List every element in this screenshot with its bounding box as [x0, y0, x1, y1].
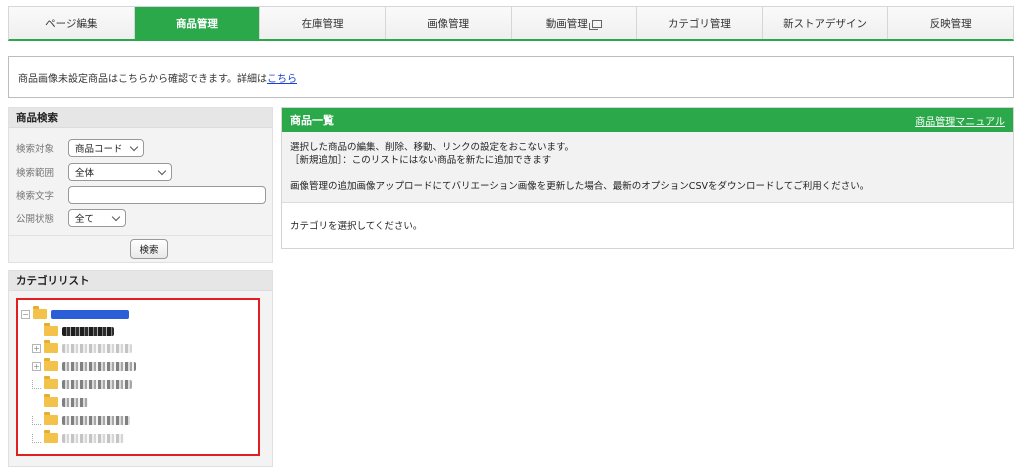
tree-node[interactable]: − — [21, 306, 129, 321]
divider — [9, 235, 272, 236]
tab-store-design[interactable]: 新ストアデザイン — [762, 7, 889, 39]
tree-node-label-redacted — [62, 433, 124, 443]
search-text-input[interactable] — [68, 186, 266, 204]
search-panel-title: 商品検索 — [9, 108, 272, 128]
notice-text: 商品画像未設定商品はこちらから確認できます。詳細は — [18, 73, 267, 85]
tab-page-edit[interactable]: ページ編集 — [9, 7, 135, 39]
search-target-label: 検索対象 — [16, 144, 55, 155]
search-status-row: 公開状態 全て — [16, 209, 126, 227]
tree-node[interactable] — [32, 376, 132, 391]
collapse-toggle-icon[interactable]: − — [21, 309, 30, 319]
manual-link[interactable]: 商品管理マニュアル — [915, 113, 1005, 128]
folder-icon — [33, 306, 47, 319]
tree-node-label-redacted — [62, 397, 88, 407]
tree-node-label-redacted — [62, 415, 130, 425]
search-target-select[interactable]: 商品コード — [68, 139, 144, 157]
search-status-label: 公開状態 — [16, 214, 55, 225]
expand-toggle-icon[interactable]: + — [32, 361, 41, 371]
search-range-select[interactable]: 全体 — [68, 163, 172, 181]
tab-inventory[interactable]: 在庫管理 — [260, 7, 386, 39]
search-text-row: 検索文字 — [16, 186, 266, 204]
product-list-header: 商品一覧 商品管理マニュアル — [282, 108, 1013, 132]
main-tab-bar: ページ編集 商品管理 在庫管理 画像管理 動画管理 カテゴリ管理 新ストアデザイ… — [8, 6, 1014, 41]
tree-node[interactable] — [44, 394, 88, 409]
folder-icon — [44, 358, 58, 371]
empty-state-message: カテゴリを選択してください。 — [290, 221, 423, 232]
tree-node[interactable]: + — [32, 358, 136, 373]
tree-node-label-redacted — [62, 343, 132, 353]
product-list-title: 商品一覧 — [290, 114, 334, 127]
tab-label: 動画管理 — [545, 17, 588, 30]
chevron-down-icon — [129, 142, 139, 152]
tab-label: 画像管理 — [427, 17, 470, 30]
tree-node-label-redacted — [51, 309, 129, 319]
tree-node[interactable] — [32, 430, 124, 445]
tab-label: 反映管理 — [929, 17, 972, 30]
category-list-panel: カテゴリリスト − + + — [8, 270, 273, 467]
tab-label: 在庫管理 — [301, 17, 344, 30]
search-button[interactable]: 検索 — [130, 239, 168, 259]
search-range-value: 全体 — [75, 168, 95, 179]
tab-label: 商品管理 — [175, 17, 218, 30]
tab-image-management[interactable]: 画像管理 — [385, 7, 512, 39]
category-tree: − + + — [16, 298, 260, 456]
product-list-panel: 商品一覧 商品管理マニュアル 選択した商品の編集、削除、移動、リンクの設定をおこ… — [281, 107, 1014, 249]
search-status-select[interactable]: 全て — [68, 209, 126, 227]
chevron-down-icon — [111, 212, 121, 222]
tree-node[interactable] — [32, 412, 130, 427]
tab-video-management[interactable]: 動画管理 — [511, 7, 638, 39]
folder-icon — [44, 412, 58, 425]
tree-connector — [32, 379, 41, 389]
chevron-down-icon — [157, 166, 167, 176]
folder-icon — [44, 340, 58, 353]
tree-node-label-redacted — [62, 361, 136, 371]
product-search-panel: 商品検索 検索対象 商品コード 検索範囲 全体 検索文字 公開状態 全て 検索 — [8, 107, 273, 263]
category-panel-title: カテゴリリスト — [9, 271, 272, 291]
product-list-description: 選択した商品の編集、削除、移動、リンクの設定をおこないます。 ［新規追加］：この… — [282, 132, 1013, 203]
tree-node[interactable] — [44, 323, 114, 338]
tab-label: ページ編集 — [45, 17, 98, 30]
search-text-label: 検索文字 — [16, 191, 55, 202]
tree-node[interactable]: + — [32, 340, 132, 355]
description-line: 選択した商品の編集、削除、移動、リンクの設定をおこないます。 — [290, 142, 575, 153]
search-status-value: 全て — [75, 214, 95, 225]
expand-toggle-icon[interactable]: + — [32, 343, 41, 353]
tab-publish-management[interactable]: 反映管理 — [888, 7, 1013, 39]
tree-connector — [32, 433, 41, 443]
description-line: ［新規追加］：このリストにはない商品を新たに追加できます — [290, 155, 552, 166]
tree-node-label-redacted — [62, 326, 114, 336]
description-line: 画像管理の追加画像アップロードにてバリエーション画像を更新した場合、最新のオプシ… — [290, 181, 870, 192]
notice-link[interactable]: こちら — [267, 70, 297, 85]
folder-icon — [44, 430, 58, 443]
search-range-label: 検索範囲 — [16, 168, 55, 179]
folder-icon — [44, 376, 58, 389]
folder-icon — [44, 323, 58, 336]
tab-label: 新ストアデザイン — [783, 17, 868, 30]
tree-node-label-redacted — [62, 379, 132, 389]
tab-product-management[interactable]: 商品管理 — [134, 7, 261, 39]
search-target-row: 検索対象 商品コード — [16, 139, 144, 157]
search-target-value: 商品コード — [75, 144, 123, 155]
tree-connector — [32, 415, 41, 425]
tab-category-management[interactable]: カテゴリ管理 — [637, 7, 763, 39]
tab-label: カテゴリ管理 — [667, 17, 731, 30]
external-window-icon — [588, 20, 602, 30]
search-range-row: 検索範囲 全体 — [16, 163, 172, 181]
notice-banner: 商品画像未設定商品はこちらから確認できます。詳細は こちら — [8, 56, 1014, 98]
folder-icon — [44, 394, 58, 407]
